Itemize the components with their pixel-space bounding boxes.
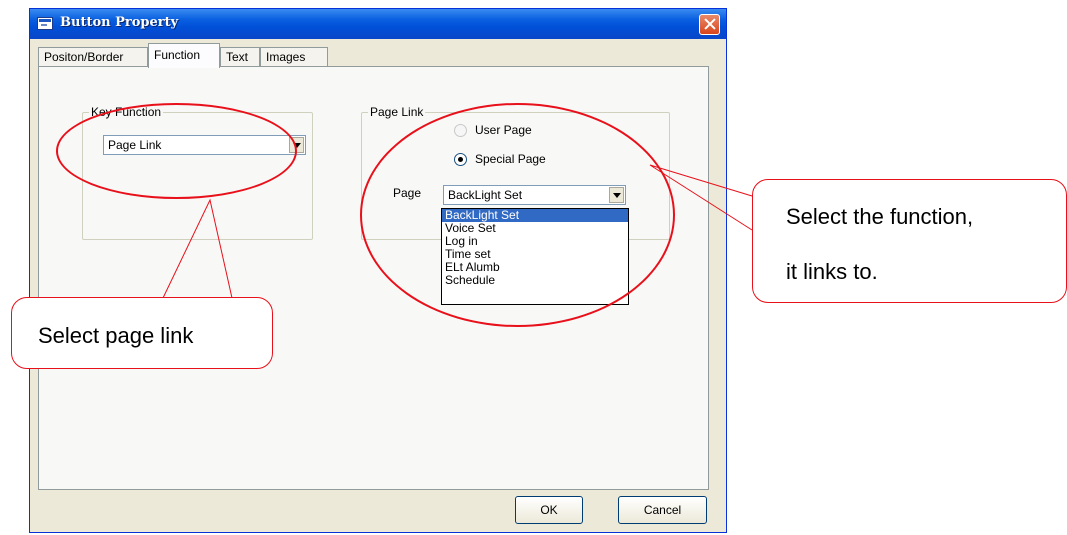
tab-function[interactable]: Function: [148, 43, 220, 68]
callout-select-function-line2: it links to.: [786, 259, 878, 284]
callout-select-function-line1: Select the function,: [786, 204, 974, 229]
callout-select-page-link-text: Select page link: [38, 323, 194, 348]
